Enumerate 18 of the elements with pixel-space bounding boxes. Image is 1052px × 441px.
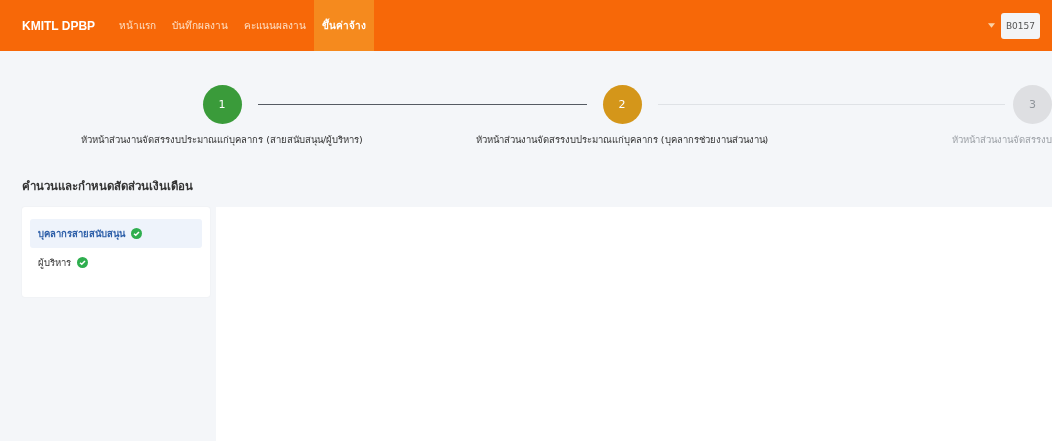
step-label: หัวหน้าส่วนงานจัดสรรงบประมาณแก่บุคลากร (บุคลากรช่วยงานส่วนงาน) (475, 133, 769, 147)
step-circle: 3 (1013, 85, 1052, 124)
step-label: หัวหน้าส่วนงานจัดสรรงบประมาณแก่บุคลากร (สายสนับสนุน/ผู้บริหาร) (81, 133, 363, 147)
step-circle: 1 (202, 85, 242, 124)
check-circle-icon (77, 257, 88, 268)
caret-icon[interactable] (987, 23, 995, 28)
nav-tab[interactable]: บันทึกผลงาน (164, 0, 237, 51)
section-title: คำนวนและกำหนดสัดส่วนเงินเดือน (22, 178, 194, 195)
nav-tab[interactable]: คะแนนผลงาน (236, 0, 315, 51)
step-label: หัวหน้าส่วนงานจัดสรรงบ (952, 133, 1052, 147)
brand-logo[interactable]: KMITL DPBP (22, 18, 96, 33)
user-badge[interactable]: B0157 (1000, 12, 1040, 39)
sidebar-item[interactable]: ผู้บริหาร (30, 248, 96, 277)
check-circle-icon (131, 228, 142, 239)
step-circle: 2 (602, 85, 642, 124)
sidebar-item[interactable]: บุคลากรสายสนับสนุน (30, 219, 202, 248)
nav-tab[interactable]: หน้าแรก (111, 0, 165, 51)
nav-tab[interactable]: ขึ้นค่าจ้าง (314, 0, 375, 51)
